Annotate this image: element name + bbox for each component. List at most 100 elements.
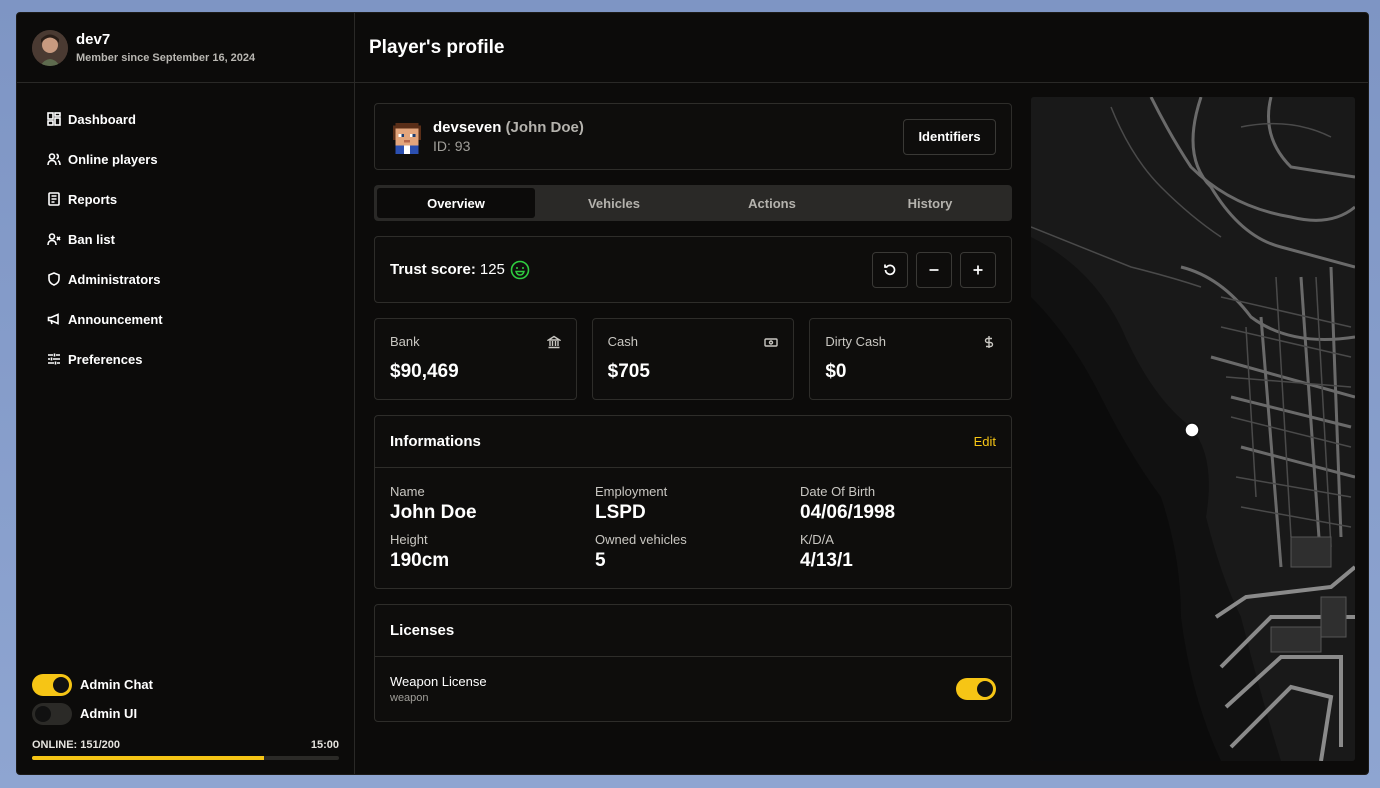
main-header: Player's profile <box>355 13 1368 83</box>
reset-trust-button[interactable] <box>872 251 908 288</box>
info-label: Name <box>390 484 425 499</box>
player-username: devseven <box>433 119 502 136</box>
online-status: ONLINE: 151/200 15:00 <box>32 739 339 751</box>
sidebar-item-administrators[interactable]: Administrators <box>17 259 354 299</box>
info-value: John Doe <box>390 502 477 523</box>
trust-score-card: Trust score: 125 <box>374 236 1012 303</box>
admin-ui-toggle[interactable] <box>32 702 72 725</box>
bank-icon <box>545 335 562 349</box>
toggle-knob <box>53 676 69 693</box>
sidebar-item-label: Reports <box>68 191 118 207</box>
sidebar-footer: Admin Chat Admin UI ONLINE: 151/200 15:0… <box>32 670 339 760</box>
info-value: 4/13/1 <box>800 550 853 571</box>
cash-card: Cash $705 <box>591 318 795 400</box>
user-header: dev7 Member since September 16, 2024 <box>17 13 354 83</box>
sidebar-item-preferences[interactable]: Preferences <box>17 339 354 379</box>
license-type: weapon <box>390 692 429 704</box>
informations-title: Informations <box>390 433 481 450</box>
profile-tabs: Overview Vehicles Actions History <box>374 185 1012 221</box>
player-id: ID: 93 <box>433 138 471 154</box>
info-label: Employment <box>595 484 668 499</box>
sidebar-item-label: Dashboard <box>68 111 136 127</box>
licenses-header: Licenses <box>375 605 1011 657</box>
info-label: Height <box>390 532 428 547</box>
info-label: K/D/A <box>800 532 834 547</box>
reports-icon <box>47 192 61 206</box>
sidebar-item-label: Administrators <box>68 271 161 287</box>
tab-actions[interactable]: Actions <box>693 188 851 218</box>
license-row: Weapon License weapon <box>375 657 1011 721</box>
tab-history[interactable]: History <box>851 188 1009 218</box>
dollar-icon <box>982 335 996 349</box>
admin-chat-label: Admin Chat <box>80 677 153 692</box>
info-label: Owned vehicles <box>595 532 687 547</box>
bank-label: Bank <box>390 334 420 349</box>
page-title: Player's profile <box>369 36 505 58</box>
sidebar-item-label: Announcement <box>68 311 163 327</box>
avatar[interactable] <box>32 29 68 66</box>
increase-trust-button[interactable] <box>960 251 996 288</box>
edit-info-link[interactable]: Edit <box>974 434 996 449</box>
informations-header: Informations Edit <box>375 416 1011 468</box>
banknote-icon <box>764 335 779 349</box>
admin-chat-row: Admin Chat <box>32 670 339 699</box>
admin-ui-row: Admin UI <box>32 699 339 728</box>
sidebar-item-announcement[interactable]: Announcement <box>17 299 354 339</box>
player-card: devseven (John Doe) ID: 93 Identifiers <box>374 103 1012 170</box>
weapon-license-toggle[interactable] <box>956 678 996 700</box>
info-field: Height 190cm <box>390 532 595 572</box>
user-x-icon <box>47 232 61 246</box>
sidebar-item-reports[interactable]: Reports <box>17 179 354 219</box>
online-progress-fill <box>32 756 264 760</box>
licenses-title: Licenses <box>390 622 455 639</box>
cash-value: $705 <box>607 361 650 382</box>
info-value: 190cm <box>390 550 450 571</box>
trust-score-label: Trust score: <box>390 261 476 278</box>
sidebar: dev7 Member since September 16, 2024 Das… <box>17 13 355 774</box>
money-row: Bank $90,469 Cash $705 Dirty Cash $0 <box>374 318 1013 400</box>
bank-value: $90,469 <box>390 361 459 382</box>
license-name: Weapon License <box>390 674 487 689</box>
refresh-icon <box>884 264 896 275</box>
admin-chat-toggle[interactable] <box>32 673 72 696</box>
megaphone-icon <box>47 312 61 326</box>
player-location-map[interactable] <box>1031 97 1355 761</box>
sidebar-item-label: Preferences <box>68 351 143 367</box>
player-location-marker[interactable] <box>1184 422 1200 438</box>
sidebar-item-label: Ban list <box>68 231 115 247</box>
server-time: 15:00 <box>310 739 339 751</box>
sidebar-item-dashboard[interactable]: Dashboard <box>17 99 354 139</box>
player-real-name: (John Doe) <box>505 119 584 136</box>
online-count: ONLINE: 151/200 <box>32 739 121 751</box>
cash-label: Cash <box>607 334 639 349</box>
plus-icon <box>973 265 983 274</box>
info-field: Owned vehicles 5 <box>595 532 800 572</box>
bank-card: Bank $90,469 <box>374 318 577 400</box>
member-since: Member since September 16, 2024 <box>76 52 256 64</box>
sidebar-item-label: Online players <box>68 151 158 167</box>
tab-vehicles[interactable]: Vehicles <box>535 188 693 218</box>
dirty-cash-card: Dirty Cash $0 <box>809 318 1013 400</box>
identifiers-button[interactable]: Identifiers <box>903 118 996 155</box>
decrease-trust-button[interactable] <box>916 251 952 288</box>
info-field: K/D/A 4/13/1 <box>800 532 996 572</box>
toggle-knob <box>977 681 993 697</box>
licenses-card: Licenses Weapon License weapon <box>374 604 1012 722</box>
dirty-cash-value: $0 <box>825 361 847 382</box>
trust-score-value: 125 <box>479 261 505 278</box>
trust-actions <box>872 251 996 288</box>
info-field: Name John Doe <box>390 484 595 524</box>
minus-icon <box>929 268 939 271</box>
admin-ui-label: Admin UI <box>80 706 138 721</box>
app-window: dev7 Member since September 16, 2024 Das… <box>16 12 1369 775</box>
informations-card: Informations Edit Name John Doe Employmen… <box>374 415 1012 589</box>
player-avatar <box>390 120 424 154</box>
sidebar-item-online-players[interactable]: Online players <box>17 139 354 179</box>
smile-icon <box>510 260 530 279</box>
info-value: 5 <box>595 550 606 571</box>
sidebar-item-ban-list[interactable]: Ban list <box>17 219 354 259</box>
main-panel: Player's profile devseven (John Doe) ID:… <box>355 13 1368 774</box>
toggle-knob <box>35 705 51 722</box>
tab-overview[interactable]: Overview <box>377 188 535 218</box>
dashboard-icon <box>47 112 61 126</box>
